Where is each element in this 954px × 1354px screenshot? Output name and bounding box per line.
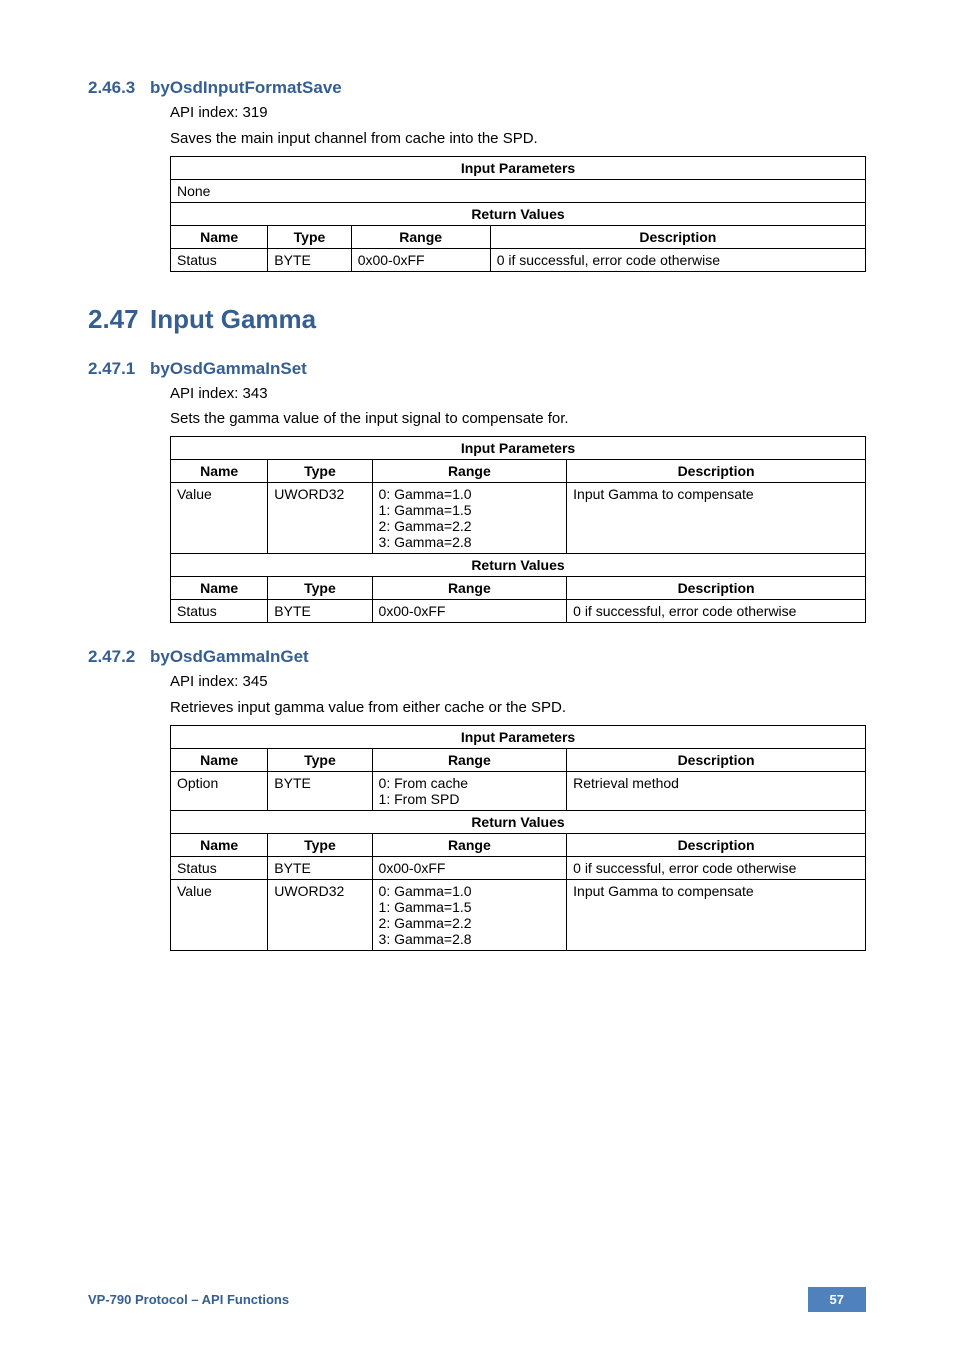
input-params-header: Input Parameters bbox=[171, 725, 866, 748]
section-title: Input Gamma bbox=[150, 304, 316, 335]
return-values-header: Return Values bbox=[171, 554, 866, 577]
api-index-line: API index: 343 bbox=[170, 383, 866, 405]
col-name: Name bbox=[171, 460, 268, 483]
cell-desc: Input Gamma to compensate bbox=[567, 483, 866, 554]
table-2472: Input Parameters Name Type Range Descrip… bbox=[170, 725, 866, 951]
range-line: 2: Gamma=2.2 bbox=[379, 518, 561, 534]
cell-range: 0: Gamma=1.0 1: Gamma=1.5 2: Gamma=2.2 3… bbox=[372, 879, 567, 950]
table-row: Status BYTE 0x00-0xFF 0 if successful, e… bbox=[171, 600, 866, 623]
col-desc: Description bbox=[567, 460, 866, 483]
section-number: 2.47 bbox=[88, 304, 150, 335]
section-2463-header: 2.46.3 byOsdInputFormatSave bbox=[88, 78, 866, 98]
return-values-header: Return Values bbox=[171, 202, 866, 225]
col-desc: Description bbox=[567, 833, 866, 856]
footer-left-text: VP-790 Protocol – API Functions bbox=[88, 1292, 289, 1307]
cell-range: 0x00-0xFF bbox=[351, 248, 490, 271]
section-description: Sets the gamma value of the input signal… bbox=[170, 408, 866, 430]
api-index-line: API index: 345 bbox=[170, 671, 866, 693]
cell-type: BYTE bbox=[268, 856, 372, 879]
col-name: Name bbox=[171, 577, 268, 600]
section-number: 2.47.1 bbox=[88, 359, 150, 379]
col-name: Name bbox=[171, 748, 268, 771]
col-range: Range bbox=[372, 748, 567, 771]
table-row: Value UWORD32 0: Gamma=1.0 1: Gamma=1.5 … bbox=[171, 879, 866, 950]
input-params-header: Input Parameters bbox=[171, 437, 866, 460]
range-line: 0: From cache bbox=[379, 775, 561, 791]
col-type: Type bbox=[268, 460, 372, 483]
col-range: Range bbox=[372, 577, 567, 600]
cell-name: Option bbox=[171, 771, 268, 810]
section-247-header: 2.47 Input Gamma bbox=[88, 304, 866, 335]
table-row: Status BYTE 0x00-0xFF 0 if successful, e… bbox=[171, 248, 866, 271]
cell-type: UWORD32 bbox=[268, 483, 372, 554]
section-description: Saves the main input channel from cache … bbox=[170, 128, 866, 150]
col-type: Type bbox=[268, 748, 372, 771]
cell-range: 0x00-0xFF bbox=[372, 600, 567, 623]
page-number-badge: 57 bbox=[808, 1287, 866, 1312]
cell-desc: 0 if successful, error code otherwise bbox=[567, 600, 866, 623]
cell-name: Status bbox=[171, 856, 268, 879]
range-line: 1: Gamma=1.5 bbox=[379, 899, 561, 915]
col-type: Type bbox=[268, 225, 351, 248]
cell-type: UWORD32 bbox=[268, 879, 372, 950]
section-title: byOsdGammaInGet bbox=[150, 647, 309, 667]
table-2471: Input Parameters Name Type Range Descrip… bbox=[170, 436, 866, 623]
section-title: byOsdInputFormatSave bbox=[150, 78, 342, 98]
range-line: 0: Gamma=1.0 bbox=[379, 486, 561, 502]
cell-desc: Retrieval method bbox=[567, 771, 866, 810]
cell-range: 0: From cache 1: From SPD bbox=[372, 771, 567, 810]
cell-name: Value bbox=[171, 879, 268, 950]
table-row: Option BYTE 0: From cache 1: From SPD Re… bbox=[171, 771, 866, 810]
col-name: Name bbox=[171, 225, 268, 248]
cell-range: 0: Gamma=1.0 1: Gamma=1.5 2: Gamma=2.2 3… bbox=[372, 483, 567, 554]
table-row: Value UWORD32 0: Gamma=1.0 1: Gamma=1.5 … bbox=[171, 483, 866, 554]
section-number: 2.47.2 bbox=[88, 647, 150, 667]
cell-name: Value bbox=[171, 483, 268, 554]
range-line: 3: Gamma=2.8 bbox=[379, 931, 561, 947]
none-row: None bbox=[171, 179, 866, 202]
col-name: Name bbox=[171, 833, 268, 856]
section-2472-header: 2.47.2 byOsdGammaInGet bbox=[88, 647, 866, 667]
range-line: 0: Gamma=1.0 bbox=[379, 883, 561, 899]
section-number: 2.46.3 bbox=[88, 78, 150, 98]
input-params-header: Input Parameters bbox=[171, 156, 866, 179]
col-range: Range bbox=[372, 460, 567, 483]
table-2463: Input Parameters None Return Values Name… bbox=[170, 156, 866, 272]
col-type: Type bbox=[268, 833, 372, 856]
cell-name: Status bbox=[171, 600, 268, 623]
col-range: Range bbox=[351, 225, 490, 248]
cell-type: BYTE bbox=[268, 248, 351, 271]
cell-desc: 0 if successful, error code otherwise bbox=[490, 248, 865, 271]
section-title: byOsdGammaInSet bbox=[150, 359, 307, 379]
return-values-header: Return Values bbox=[171, 810, 866, 833]
table-row: Status BYTE 0x00-0xFF 0 if successful, e… bbox=[171, 856, 866, 879]
range-line: 3: Gamma=2.8 bbox=[379, 534, 561, 550]
cell-type: BYTE bbox=[268, 600, 372, 623]
col-desc: Description bbox=[490, 225, 865, 248]
cell-desc: 0 if successful, error code otherwise bbox=[567, 856, 866, 879]
cell-desc: Input Gamma to compensate bbox=[567, 879, 866, 950]
cell-type: BYTE bbox=[268, 771, 372, 810]
api-index-line: API index: 319 bbox=[170, 102, 866, 124]
range-line: 1: From SPD bbox=[379, 791, 561, 807]
cell-name: Status bbox=[171, 248, 268, 271]
range-line: 1: Gamma=1.5 bbox=[379, 502, 561, 518]
col-type: Type bbox=[268, 577, 372, 600]
col-desc: Description bbox=[567, 577, 866, 600]
cell-range: 0x00-0xFF bbox=[372, 856, 567, 879]
range-line: 2: Gamma=2.2 bbox=[379, 915, 561, 931]
section-2471-header: 2.47.1 byOsdGammaInSet bbox=[88, 359, 866, 379]
col-desc: Description bbox=[567, 748, 866, 771]
section-description: Retrieves input gamma value from either … bbox=[170, 697, 866, 719]
col-range: Range bbox=[372, 833, 567, 856]
footer: VP-790 Protocol – API Functions 57 bbox=[88, 1287, 866, 1312]
